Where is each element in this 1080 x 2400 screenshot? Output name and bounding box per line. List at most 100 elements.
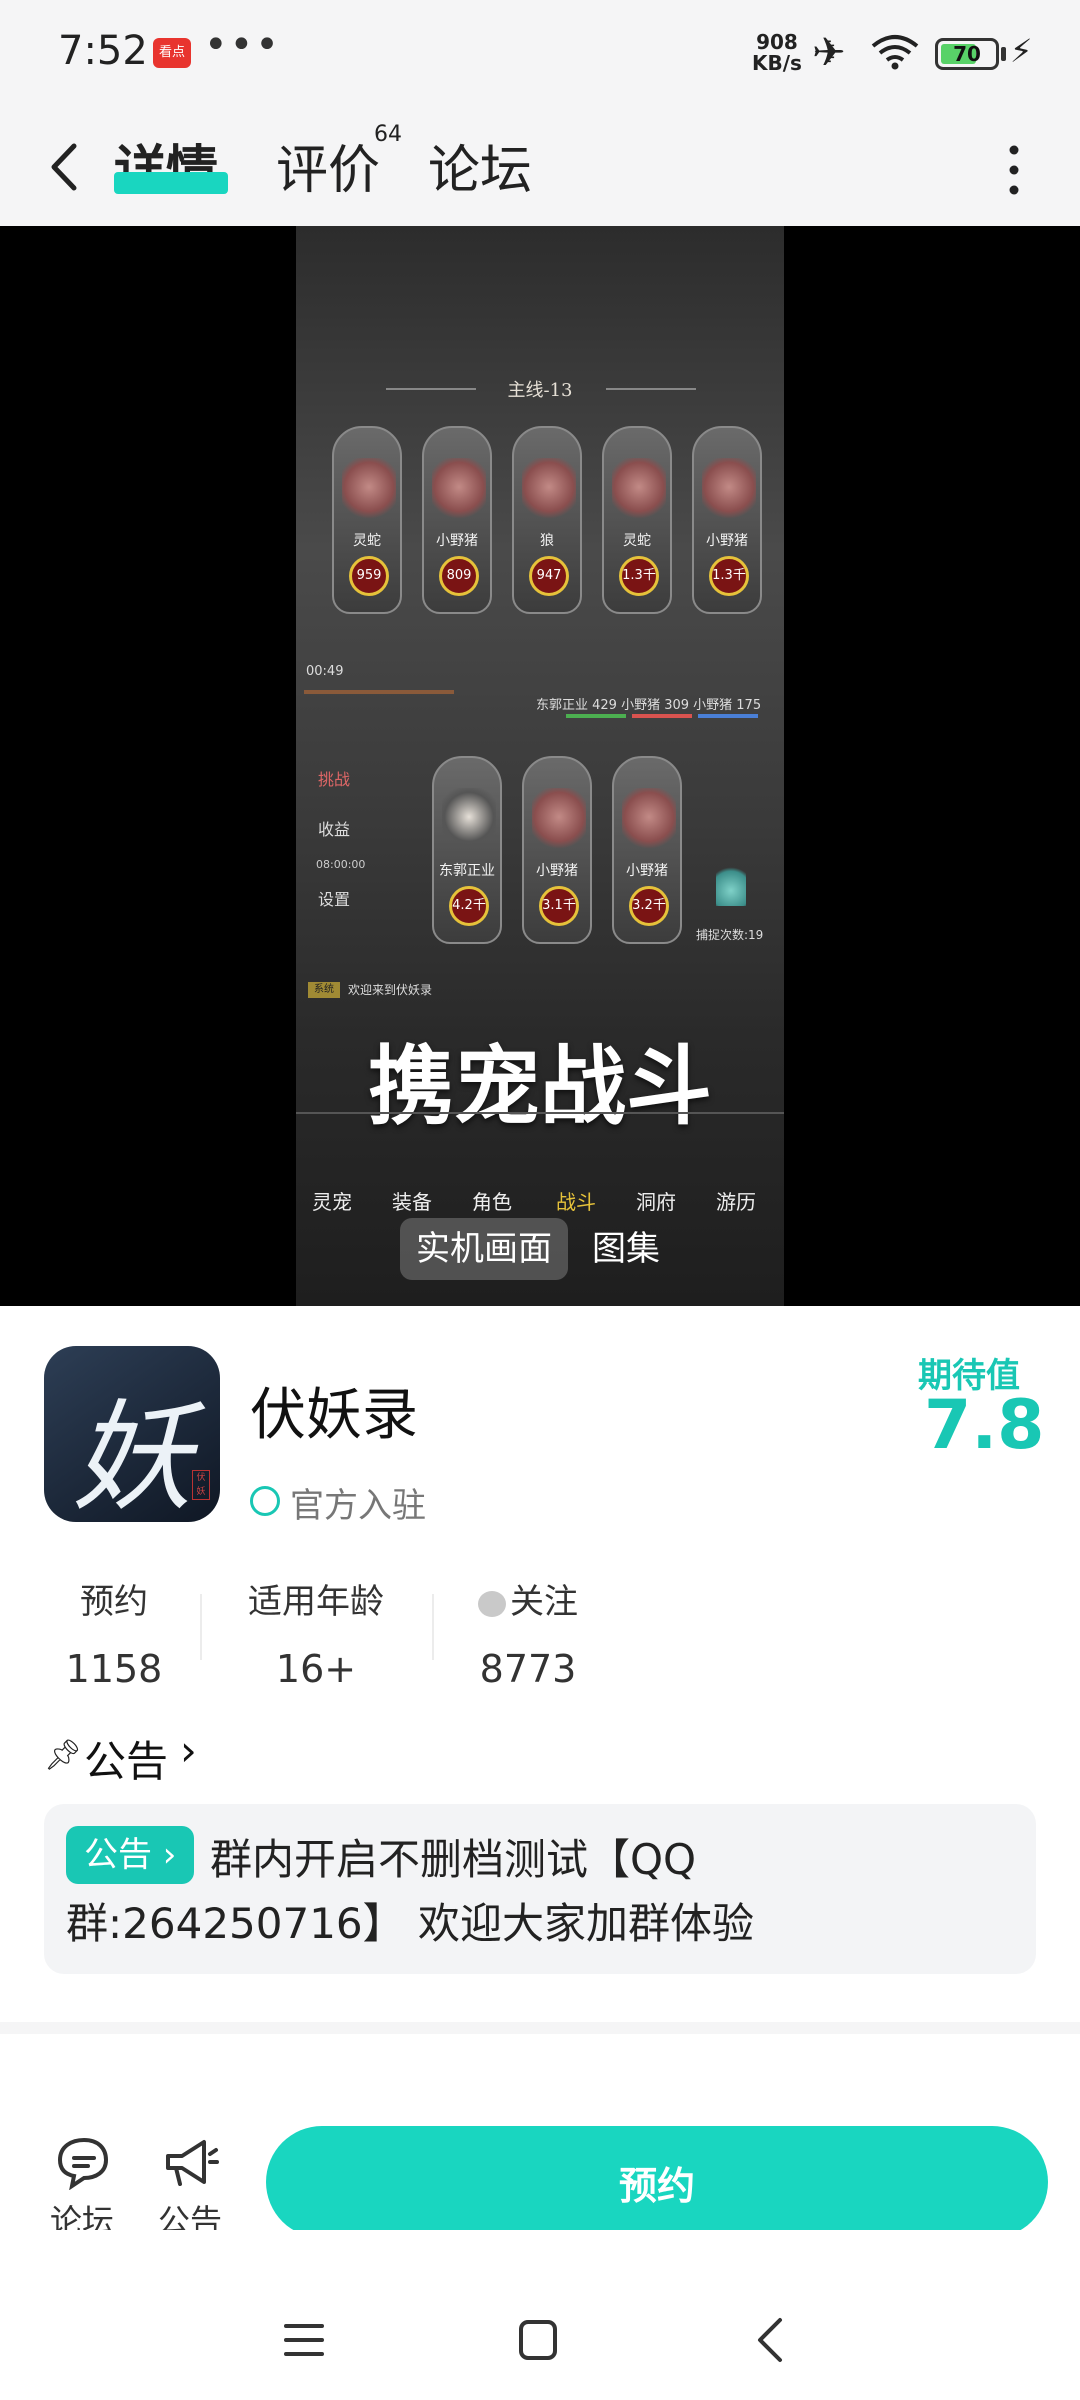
battery-tip	[1001, 47, 1006, 61]
chip-gallery[interactable]: 图集	[576, 1218, 676, 1280]
forum-button[interactable]: 论坛	[50, 2134, 114, 2242]
enemy-card: 小野猪 1.3千	[692, 426, 762, 614]
stat-label: 预约	[80, 1582, 148, 1622]
notice-card[interactable]: 群内开启不删档测试【QQ群:264250716】 欢迎大家加群体验 公告 ›	[44, 1804, 1036, 1974]
network-speed-unit: KB/s	[752, 51, 802, 75]
gameplay-screenshot: 主线-13 灵蛇 959 小野猪 809 狼 947 灵蛇 1.3千 小野猪 1…	[296, 226, 784, 1306]
verified-check-icon	[250, 1486, 280, 1516]
promo-caption: 携宠战斗	[368, 1037, 712, 1137]
stat-divider	[432, 1594, 434, 1660]
megaphone-icon	[166, 2140, 219, 2186]
battle-timer: 00:49	[306, 664, 344, 679]
wifi-icon	[871, 35, 919, 70]
capture-gourd-icon	[716, 862, 746, 906]
back-icon[interactable]	[44, 132, 84, 202]
enemy-card: 狼 947	[512, 426, 582, 614]
pin-icon: 📌︎	[44, 1738, 83, 1773]
game-nav-item: 角色	[472, 1190, 512, 1214]
battery-icon: 70	[935, 38, 999, 70]
creature-art	[522, 458, 576, 522]
card-power: 4.2千	[449, 886, 489, 926]
home-icon[interactable]	[508, 2310, 568, 2370]
game-nav-item: 战斗	[556, 1190, 596, 1214]
game-nav-item: 洞府	[636, 1190, 676, 1214]
chip-gameplay-video[interactable]: 实机画面	[400, 1218, 568, 1280]
airplane-icon: ✈	[812, 30, 846, 76]
chevron-right-icon: ›	[180, 1726, 197, 1775]
hp-bar	[632, 714, 692, 718]
card-name: 灵蛇	[623, 533, 651, 549]
card-name: 小野猪	[436, 533, 478, 549]
more-options-icon[interactable]	[1004, 142, 1024, 198]
battery-level: 70	[953, 42, 981, 66]
side-button-challenge: 挑战	[318, 770, 351, 789]
ally-card: 东郭正业 4.2千	[432, 756, 502, 944]
card-power: 947	[529, 556, 569, 596]
game-nav-item: 灵宠	[312, 1190, 352, 1214]
card-power: 809	[439, 556, 479, 596]
official-badge: 官方入驻	[290, 1486, 426, 1526]
charging-icon: ⚡	[1010, 32, 1033, 70]
bottom-action-bar: 论坛 公告 预约	[0, 2034, 1080, 2244]
status-time: 7:52	[58, 28, 148, 74]
side-button-settings: 设置	[318, 890, 351, 909]
tab-reviews[interactable]: 评价	[276, 128, 380, 203]
notice-tag[interactable]: 公告 ›	[66, 1826, 195, 1884]
card-power: 959	[349, 556, 389, 596]
forum-icon	[57, 2137, 109, 2190]
creature-art	[532, 788, 586, 852]
stat-label: 适用年龄	[248, 1582, 384, 1622]
notice-text: 群内开启不删档测试【QQ群:264250716】 欢迎大家加群体验	[66, 1835, 754, 1948]
card-name: 东郭正业	[439, 863, 495, 879]
creature-art	[612, 458, 666, 522]
reserve-button[interactable]: 预约	[266, 2126, 1048, 2238]
card-name: 小野猪	[706, 533, 748, 549]
card-power: 3.2千	[629, 886, 669, 926]
system-navigation-bar	[0, 2230, 1080, 2400]
notification-app-icon: 看点	[153, 38, 191, 68]
stat-followers[interactable]: 关注 8773	[470, 1574, 586, 1691]
system-message: 欢迎来到伏妖录	[348, 983, 433, 997]
income-timer: 08:00:00	[316, 858, 366, 871]
back-nav-icon[interactable]	[742, 2310, 802, 2370]
side-button-income: 收益	[318, 820, 351, 839]
hp-bar	[566, 714, 626, 718]
heart-icon	[478, 1590, 506, 1617]
network-speed: 908 KB/s	[752, 32, 802, 74]
game-nav-item: 装备	[392, 1190, 432, 1214]
hp-bar	[698, 714, 758, 718]
creature-art	[622, 788, 676, 852]
stat-reservations: 预约 1158	[54, 1574, 174, 1691]
section-separator	[0, 2022, 1080, 2034]
stat-label: 关注	[470, 1574, 586, 1623]
tab-forum[interactable]: 论坛	[428, 128, 532, 203]
more-notifications-icon: •••	[204, 22, 281, 68]
card-name: 小野猪	[626, 863, 668, 879]
enemy-card: 灵蛇 1.3千	[602, 426, 672, 614]
enemy-card: 小野猪 809	[422, 426, 492, 614]
announcement-button[interactable]: 公告	[158, 2134, 222, 2242]
ally-card: 小野猪 3.2千	[612, 756, 682, 944]
timer-bar	[304, 690, 454, 694]
stat-value: 8773	[479, 1647, 577, 1691]
stat-value: 16+	[275, 1647, 357, 1691]
stat-divider	[200, 1594, 202, 1660]
stat-label-text: 关注	[510, 1582, 578, 1622]
expectation-score: 7.8	[924, 1386, 1045, 1465]
stat-value: 1158	[65, 1647, 163, 1691]
network-speed-value: 908	[756, 30, 798, 54]
game-nav-divider	[296, 1112, 784, 1114]
media-gallery[interactable]: 主线-13 灵蛇 959 小野猪 809 狼 947 灵蛇 1.3千 小野猪 1…	[0, 226, 1080, 1306]
card-power: 1.3千	[709, 556, 749, 596]
top-nav: 详情 评价 论坛	[0, 108, 1080, 226]
catch-count: 捕捉次数:19	[696, 928, 764, 942]
status-bar: 7:52 看点 ••• 908 KB/s ✈ 70 ⚡	[0, 0, 1080, 108]
menu-icon[interactable]	[274, 2310, 334, 2370]
character-art	[442, 788, 496, 852]
team-hp-readout: 东郭正业 429 小野猪 309 小野猪 175	[536, 698, 762, 713]
app-icon: 妖 伏妖	[44, 1346, 220, 1522]
creature-art	[702, 458, 756, 522]
app-icon-seal: 伏妖	[192, 1470, 210, 1500]
stage-title: 主线-13	[507, 380, 573, 401]
notice-title: 公告	[84, 1737, 169, 1786]
